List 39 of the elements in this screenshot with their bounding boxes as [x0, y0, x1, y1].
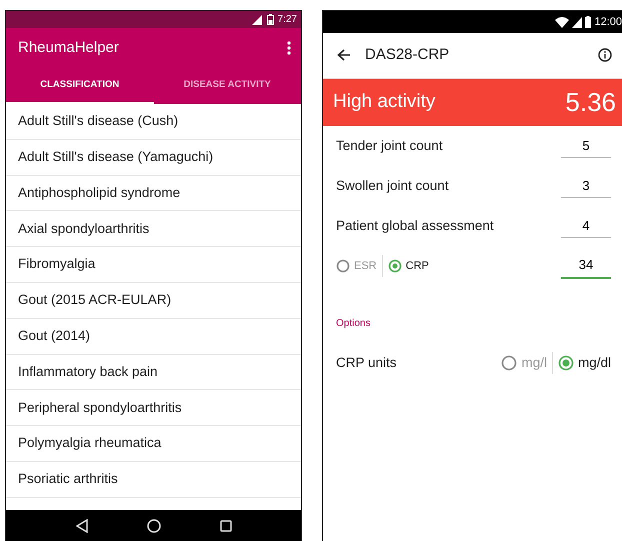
- tab[interactable]: CLASSIFICATION: [6, 69, 154, 104]
- section-header: Options: [335, 317, 372, 331]
- wifi-icon: [555, 16, 570, 28]
- radio-option[interactable]: CRP: [388, 258, 429, 274]
- input-field[interactable]: 3: [561, 174, 611, 198]
- score-value: 5.36: [565, 86, 616, 119]
- list-item[interactable]: Polymyalgia rheumatica: [6, 426, 301, 462]
- list-item[interactable]: Psoriatic arthritis: [6, 462, 301, 498]
- field-label: Patient global assessment: [336, 216, 494, 235]
- list-item[interactable]: Axial spondyloarthritis: [6, 211, 301, 248]
- list-item[interactable]: Adult Still's disease (Cush): [6, 104, 301, 140]
- radio-option[interactable]: mg/dl: [558, 352, 611, 374]
- back-icon: [76, 518, 88, 532]
- status-time: 7:27: [278, 13, 297, 27]
- signal-icon: [572, 16, 582, 28]
- toolbar-title: DAS28-CRP: [365, 45, 450, 66]
- list-item[interactable]: Gout (2015 ACR-EULAR): [6, 282, 301, 319]
- list-item[interactable]: Fibromyalgia: [6, 247, 301, 283]
- recents-icon: [220, 520, 232, 532]
- battery-icon: [585, 16, 592, 28]
- input-field[interactable]: 4: [561, 214, 611, 238]
- list-item[interactable]: Gout (2014): [6, 318, 301, 355]
- input-field[interactable]: 34: [561, 253, 611, 279]
- back-arrow-icon: [337, 49, 351, 62]
- list-item[interactable]: Peripheral spondyloarthritis: [6, 390, 301, 426]
- home-icon: [146, 518, 160, 532]
- field-label: Tender joint count: [336, 136, 443, 155]
- list-item[interactable]: Antiphospholipid syndrome: [6, 176, 301, 212]
- field-label: CRP units: [336, 354, 397, 372]
- field-label: Swollen joint count: [336, 176, 449, 195]
- app-title: RheumaHelper: [18, 38, 119, 58]
- activity-label: High activity: [333, 90, 436, 114]
- battery-icon: [266, 14, 274, 25]
- more-icon: [287, 41, 291, 56]
- input-field[interactable]: 5: [561, 134, 611, 158]
- list-item[interactable]: Adult Still's disease (Yamaguchi): [6, 140, 301, 176]
- info-icon: [598, 48, 612, 62]
- status-time: 12:00: [594, 14, 622, 30]
- list-item[interactable]: Inflammatory back pain: [6, 354, 301, 390]
